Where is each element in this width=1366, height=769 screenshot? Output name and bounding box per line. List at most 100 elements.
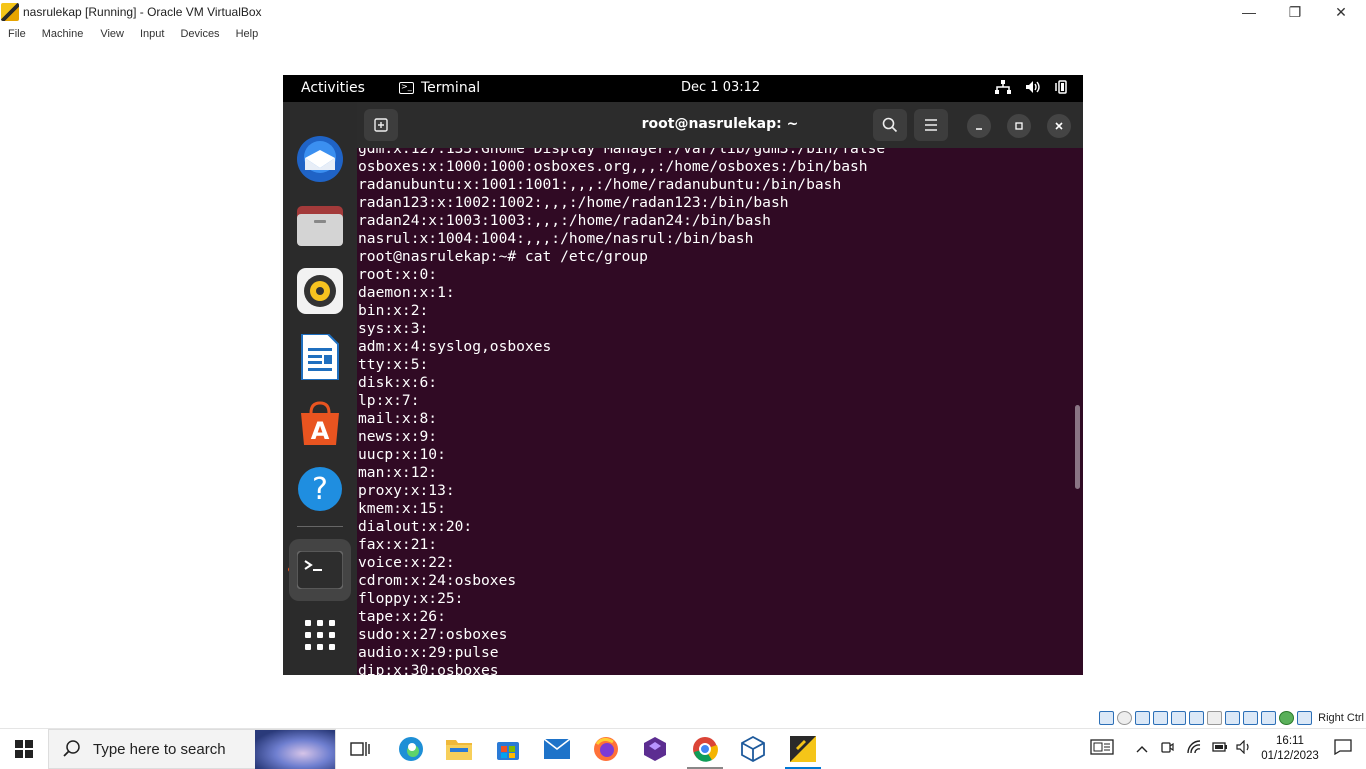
thunderbird-icon[interactable] [295,134,345,184]
files-icon[interactable] [295,200,345,250]
terminal-close-button[interactable] [1047,114,1071,138]
menu-file[interactable]: File [8,28,26,40]
terminal-line: dip:x:30:osboxes [358,662,499,675]
minimize-button[interactable]: — [1226,0,1272,24]
terminal-headerbar: root@nasrulekap: ~ [357,102,1083,148]
wifi-icon[interactable] [1186,739,1202,759]
vbox-status-bar: Right Ctrl [1099,710,1366,726]
meet-now-icon[interactable] [1160,740,1174,759]
store-taskbar-icon[interactable] [484,729,532,769]
search-icon [63,740,80,757]
task-view-button[interactable] [336,729,384,769]
terminal-line: dialout:x:20: [358,518,473,535]
hamburger-menu-button[interactable] [914,109,948,141]
menu-help[interactable]: Help [236,28,259,40]
task-view-icon [350,742,370,756]
terminal-minimize-button[interactable] [967,114,991,138]
terminal-line: audio:x:29:pulse [358,644,499,661]
guest-screen[interactable]: Activities >_ Terminal Dec 1 03:12 A ? r… [283,75,1083,675]
terminal-line: lp:x:7: [358,392,420,409]
terminal-line: root@nasrulekap:~# cat /etc/group [358,248,648,265]
terminal-line: radan123:x:1002:1002:,,,:/home/radan123:… [358,194,789,211]
menu-icon [925,119,937,131]
search-button[interactable] [873,109,907,141]
app-menu-label: Terminal [421,80,481,96]
taskbar-search-box[interactable]: Type here to search [48,729,336,769]
terminal-output[interactable]: gdm:x:127:133:Gnome Display Manager:/var… [357,148,1083,675]
restore-button[interactable]: ❐ [1272,0,1318,24]
battery-icon[interactable] [1212,740,1228,758]
speaker-icon[interactable] [1236,739,1252,759]
system-tray: 16:11 01/12/2023 [1090,729,1366,769]
terminal-scrollbar[interactable] [1075,405,1080,489]
visual-studio-taskbar-icon[interactable] [631,729,679,769]
input-indicator-icon[interactable] [1090,738,1114,760]
recording-icon[interactable] [1225,711,1241,725]
edge-taskbar-icon[interactable] [387,729,435,769]
virtualbox-vm-taskbar-icon[interactable] [779,729,827,769]
app-menu[interactable]: >_ Terminal [399,80,480,96]
guest-additions-icon[interactable] [1279,711,1295,725]
terminal-icon[interactable] [289,539,351,601]
rhythmbox-icon[interactable] [295,266,345,316]
taskbar-clock[interactable]: 16:11 01/12/2023 [1256,734,1324,764]
network-adapter-icon[interactable] [1153,711,1169,725]
terminal-line: nasrul:x:1004:1004:,,,:/home/nasrul:/bin… [358,230,754,247]
windows-taskbar: Type here to search 16:11 01/12/2023 [0,728,1366,769]
terminal-line: tape:x:26: [358,608,446,625]
terminal-line: root:x:0: [358,266,438,283]
activities-button[interactable]: Activities [301,80,365,96]
terminal-line: radan24:x:1003:1003:,,,:/home/radan24:/b… [358,212,771,229]
firefox-taskbar-icon[interactable] [582,729,630,769]
windows-logo-icon [15,740,33,758]
close-button[interactable]: ✕ [1318,0,1364,24]
notifications-icon[interactable] [1334,738,1352,760]
file-explorer-taskbar-icon[interactable] [435,729,483,769]
menu-input[interactable]: Input [140,28,164,40]
chrome-taskbar-icon[interactable] [681,729,729,769]
hard-disk-icon[interactable] [1099,711,1115,725]
virtualbox-app-icon [1,3,19,21]
terminal-maximize-button[interactable] [1007,114,1031,138]
search-placeholder: Type here to search [93,740,226,758]
svg-text:A: A [311,417,330,445]
network-icon [995,80,1011,98]
display-icon[interactable] [1207,711,1223,725]
libreoffice-writer-icon[interactable] [295,332,345,382]
menu-view[interactable]: View [100,28,124,40]
terminal-line: tty:x:5: [358,356,429,373]
shared-folders-icon[interactable] [1189,711,1205,725]
terminal-line: bin:x:2: [358,302,429,319]
power-icon [1055,80,1069,98]
mouse-integration-icon[interactable] [1261,711,1277,725]
terminal-line: sys:x:3: [358,320,429,337]
terminal-line: mail:x:8: [358,410,438,427]
gnome-clock[interactable]: Dec 1 03:12 [681,80,760,95]
gnome-system-tray[interactable] [995,80,1069,98]
mail-taskbar-icon[interactable] [533,729,581,769]
help-icon[interactable]: ? [295,464,345,514]
terminal-line: voice:x:22: [358,554,455,571]
chevron-up-icon[interactable] [1136,740,1148,758]
keyboard-capture-icon[interactable] [1297,711,1313,725]
start-button[interactable] [0,729,48,769]
audio-icon[interactable] [1135,711,1151,725]
terminal-line: gdm:x:127:133:Gnome Display Manager:/var… [358,148,886,157]
cpu-icon[interactable] [1243,711,1259,725]
terminal-line: kmem:x:15: [358,500,446,517]
menu-devices[interactable]: Devices [180,28,219,40]
usb-icon[interactable] [1171,711,1187,725]
host-key-label: Right Ctrl [1318,712,1364,724]
search-icon [882,117,898,133]
app-grid-icon[interactable] [295,610,345,660]
optical-drive-icon[interactable] [1117,711,1133,725]
terminal-line: daemon:x:1: [358,284,455,301]
terminal-line: adm:x:4:syslog,osboxes [358,338,552,355]
terminal-line: news:x:9: [358,428,438,445]
terminal-line: osboxes:x:1000:1000:osboxes.org,,,:/home… [358,158,868,175]
virtualbox-manager-taskbar-icon[interactable] [729,729,777,769]
vbox-menubar: File Machine View Input Devices Help [0,24,1366,44]
menu-machine[interactable]: Machine [42,28,84,40]
svg-text:?: ? [312,472,328,507]
ubuntu-software-icon[interactable]: A [295,398,345,448]
